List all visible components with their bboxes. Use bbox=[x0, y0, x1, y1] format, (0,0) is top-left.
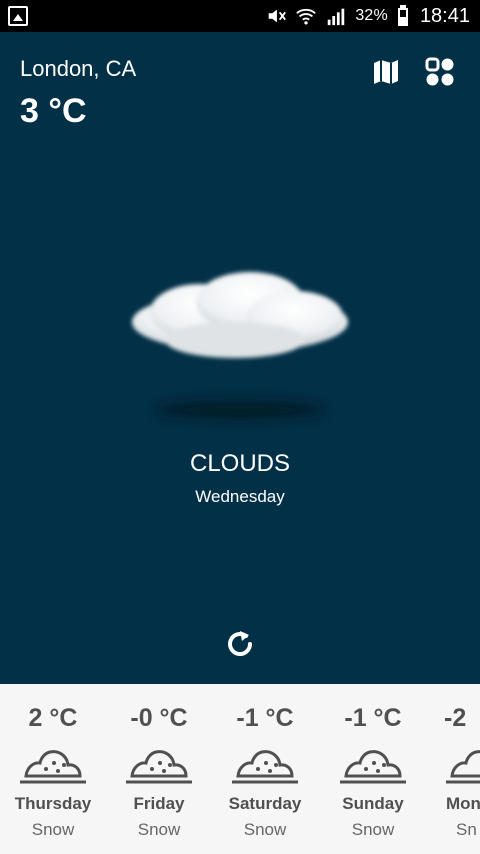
forecast-item[interactable]: -0 °C Friday Snow bbox=[106, 684, 212, 854]
signal-icon bbox=[328, 8, 345, 26]
forecast-temperature: 2 °C bbox=[28, 704, 78, 732]
weather-condition: CLOUDS bbox=[189, 450, 291, 477]
forecast-strip[interactable]: 2 °C Thursday Snow -0 °C Friday Snow -1 … bbox=[0, 684, 480, 854]
forecast-item[interactable]: 2 °C Thursday Snow bbox=[0, 684, 106, 854]
battery-icon bbox=[396, 5, 410, 27]
forecast-description: Snow bbox=[31, 820, 75, 839]
forecast-description: Snow bbox=[137, 820, 181, 839]
forecast-temperature: -1 °C bbox=[236, 704, 294, 732]
forecast-day: Thursday bbox=[14, 794, 92, 813]
forecast-description: Snow bbox=[243, 820, 287, 839]
gallery-icon bbox=[8, 6, 28, 26]
status-icons: 32% 18:41 bbox=[265, 0, 470, 32]
forecast-temperature: -1 °C bbox=[344, 704, 402, 732]
snow-cloud-icon bbox=[20, 750, 86, 784]
map-icon[interactable] bbox=[372, 58, 400, 86]
mute-icon bbox=[268, 9, 287, 23]
snow-cloud-icon bbox=[232, 750, 298, 784]
snow-cloud-icon bbox=[446, 750, 480, 784]
status-bar: 32% 18:41 bbox=[0, 0, 480, 32]
forecast-temperature: -0 °C bbox=[130, 704, 188, 732]
snow-cloud-icon bbox=[340, 750, 406, 784]
grid-icon[interactable] bbox=[424, 56, 456, 88]
battery-percent: 32% bbox=[355, 7, 388, 24]
cloud-illustration bbox=[132, 272, 348, 419]
forecast-day: Mon bbox=[446, 794, 480, 813]
status-time: 18:41 bbox=[419, 4, 470, 27]
forecast-description: Snow bbox=[351, 820, 395, 839]
current-day: Wednesday bbox=[195, 487, 285, 506]
wifi-icon bbox=[296, 8, 317, 25]
location-label: London, CA bbox=[20, 56, 137, 81]
forecast-description: Sn bbox=[456, 820, 477, 839]
forecast-day: Saturday bbox=[228, 794, 302, 813]
forecast-item[interactable]: -2 Mon Sn bbox=[428, 684, 480, 854]
forecast-item[interactable]: -1 °C Saturday Snow bbox=[212, 684, 318, 854]
forecast-temperature: -2 bbox=[444, 704, 467, 732]
forecast-day: Friday bbox=[133, 794, 185, 813]
forecast-item[interactable]: -1 °C Sunday Snow bbox=[320, 684, 426, 854]
refresh-icon[interactable] bbox=[222, 626, 258, 662]
snow-cloud-icon bbox=[126, 750, 192, 784]
forecast-day: Sunday bbox=[342, 794, 404, 813]
current-temperature: 3 °C bbox=[20, 92, 87, 130]
